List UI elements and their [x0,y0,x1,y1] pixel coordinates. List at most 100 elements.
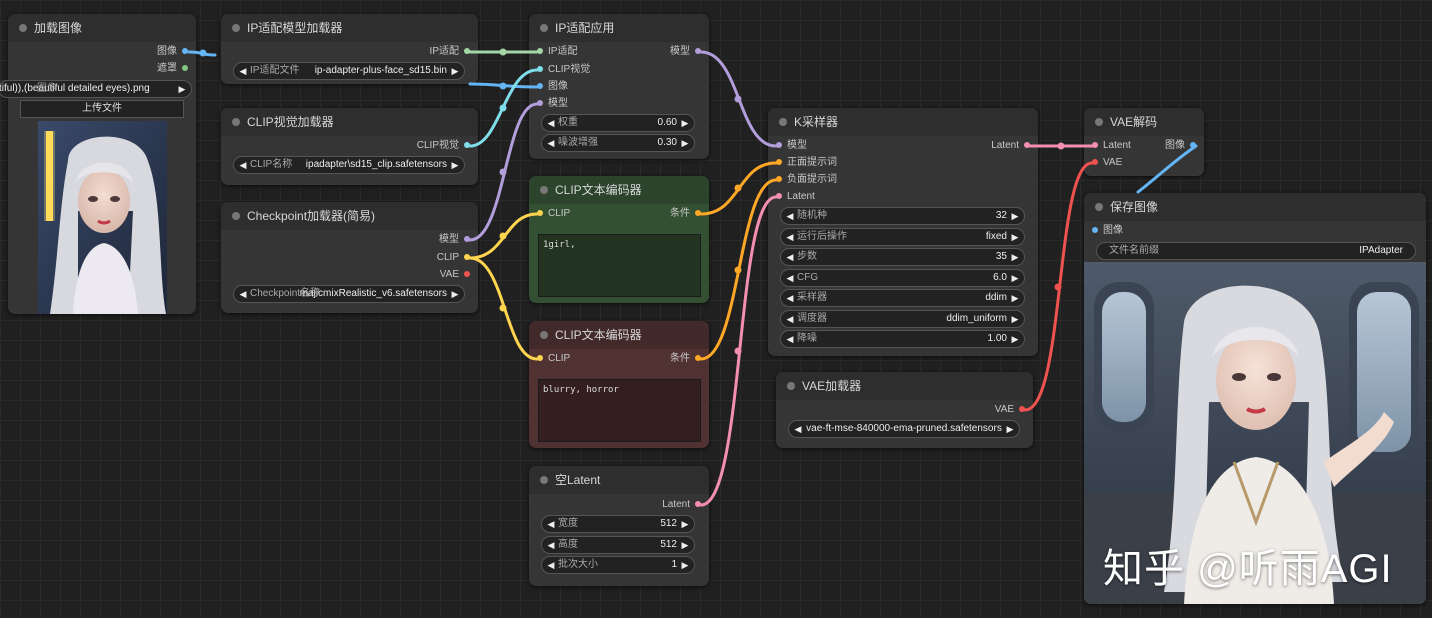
clip-input-socket-icon[interactable] [537,210,543,217]
input-ipadapter[interactable]: IP适配 [537,44,577,60]
chevron-right-icon[interactable]: ▶ [1009,208,1021,224]
chevron-right-icon[interactable]: ▶ [1009,331,1021,347]
model-output-socket-icon[interactable] [464,236,470,243]
output-image[interactable]: 图像 [1165,138,1196,154]
conditioning-output-socket-icon[interactable] [695,210,701,217]
output-latent[interactable]: Latent [662,497,701,513]
chevron-left-icon[interactable]: ◀ [784,229,796,245]
vae-output-socket-icon[interactable] [464,271,470,278]
sampler-name-widget[interactable]: ◀ 采样器 ddim ▶ [780,289,1025,307]
scheduler-widget[interactable]: ◀ 调度器 ddim_uniform ▶ [780,310,1025,328]
latent-input-socket-icon[interactable] [776,193,782,200]
vae-loader-node[interactable]: VAE加载器 VAE ◀ vae-ft-mse-840000-ema-prune… [776,372,1033,448]
vae-decode-node[interactable]: VAE解码 Latent VAE 图像 [1084,108,1204,176]
ksampler-title[interactable]: K采样器 [768,108,1038,136]
checkpoint-loader-title[interactable]: Checkpoint加载器(简易) [221,202,478,230]
chevron-right-icon[interactable]: ▶ [1009,270,1021,286]
output-conditioning[interactable]: 条件 [670,351,701,367]
chevron-right-icon[interactable]: ▶ [449,157,461,173]
chevron-right-icon[interactable]: ▶ [679,516,691,532]
clip-vision-loader-node[interactable]: CLIP视觉加载器 CLIP视觉 ◀ CLIP名称 ipadapter\sd15… [221,108,478,185]
input-clip-vision[interactable]: CLIP视觉 [537,62,590,78]
clip-text-encode-positive-title[interactable]: CLIP文本编码器 [529,176,709,204]
chevron-right-icon[interactable]: ▶ [679,557,691,573]
checkpoint-loader-node[interactable]: Checkpoint加载器(简易) 模型 CLIP VAE ◀ Checkpoi… [221,202,478,313]
model-input-socket-icon[interactable] [776,142,782,149]
batch-size-number[interactable]: ◀ 批次大小 1 ▶ [541,556,695,574]
clip-text-encode-negative-node[interactable]: CLIP文本编码器 CLIP 条件 blurry, horror [529,321,709,448]
filename-prefix-input[interactable]: 文件名前缀 IPAdapter [1096,242,1416,260]
clip-text-encode-positive-node[interactable]: CLIP文本编码器 CLIP 条件 1girl, [529,176,709,303]
input-latent[interactable]: Latent [776,189,815,205]
positive-prompt-textarea[interactable]: 1girl, [538,234,701,297]
vae-name-select[interactable]: ◀ vae-ft-mse-840000-ema-pruned.safetenso… [788,420,1020,438]
load-image-title[interactable]: 加载图像 [8,14,196,42]
input-clip[interactable]: CLIP [537,351,570,367]
chevron-left-icon[interactable]: ◀ [545,115,557,131]
chevron-left-icon[interactable]: ◀ [784,249,796,265]
input-image[interactable]: 图像 [1092,223,1123,239]
input-model[interactable]: 模型 [776,138,807,154]
latent-input-socket-icon[interactable] [1092,142,1098,149]
vae-loader-title[interactable]: VAE加载器 [776,372,1033,400]
upload-file-button[interactable]: 上传文件 [20,100,184,118]
latent-output-socket-icon[interactable] [1024,142,1030,149]
latent-output-socket-icon[interactable] [695,501,701,508]
save-image-title[interactable]: 保存图像 [1084,193,1426,221]
ipadapter-file-select[interactable]: ◀ IP适配文件 ip-adapter-plus-face_sd15.bin ▶ [233,62,465,80]
input-positive[interactable]: 正面提示词 [776,155,837,171]
cfg-widget[interactable]: ◀ CFG 6.0 ▶ [780,269,1025,287]
chevron-left-icon[interactable]: ◀ [545,516,557,532]
chevron-left-icon[interactable]: ◀ [545,537,557,553]
chevron-left-icon[interactable]: ◀ [237,63,249,79]
output-conditioning[interactable]: 条件 [670,206,701,222]
steps-widget[interactable]: ◀ 步数 35 ▶ [780,248,1025,266]
chevron-left-icon[interactable]: ◀ [237,157,249,173]
model-input-socket-icon[interactable] [537,100,543,107]
seed-widget[interactable]: ◀ 随机种 32 ▶ [780,207,1025,225]
clip-input-socket-icon[interactable] [537,355,543,362]
empty-latent-title[interactable]: 空Latent [529,466,709,494]
chevron-right-icon[interactable]: ▶ [1009,229,1021,245]
vae-input-socket-icon[interactable] [1092,159,1098,166]
image-output-socket-icon[interactable] [182,48,188,55]
chevron-right-icon[interactable]: ▶ [679,135,691,151]
chevron-left-icon[interactable]: ◀ [784,311,796,327]
negative-input-socket-icon[interactable] [776,176,782,183]
ipadapter-output-socket-icon[interactable] [464,48,470,55]
ipadapter-input-socket-icon[interactable] [537,48,543,55]
chevron-right-icon[interactable]: ▶ [1009,290,1021,306]
chevron-right-icon[interactable]: ▶ [679,537,691,553]
load-image-node[interactable]: 加载图像 图像 遮罩 tiful)),(beautiful detailed e… [0,14,196,314]
clip-vision-loader-title[interactable]: CLIP视觉加载器 [221,108,478,136]
chevron-left-icon[interactable]: ◀ [545,135,557,151]
width-number[interactable]: ◀ 宽度 512 ▶ [541,515,695,533]
image-file-select[interactable]: tiful)),(beautiful detailed eyes).png 图像… [0,80,192,98]
clip-output-socket-icon[interactable] [464,254,470,261]
negative-prompt-textarea[interactable]: blurry, horror [538,379,701,442]
conditioning-output-socket-icon[interactable] [695,355,701,362]
output-clip-vision[interactable]: CLIP视觉 [417,138,470,154]
checkpoint-name-select[interactable]: ◀ Checkpoint名称 majicmixRealistic_v6.safe… [233,285,465,303]
clip-vision-input-socket-icon[interactable] [537,66,543,73]
chevron-right-icon[interactable]: ▶ [1004,421,1016,437]
chevron-left-icon[interactable]: ◀ [784,208,796,224]
output-model[interactable]: 模型 [439,232,470,248]
ipadapter-model-loader-title[interactable]: IP适配模型加载器 [221,14,478,42]
denoise-widget[interactable]: ◀ 降噪 1.00 ▶ [780,330,1025,348]
chevron-left-icon[interactable]: ◀ [784,290,796,306]
image-output-socket-icon[interactable] [1190,142,1196,149]
output-clip[interactable]: CLIP [437,250,470,266]
output-ipadapter[interactable]: IP适配 [430,44,470,60]
chevron-right-icon[interactable]: ▶ [679,115,691,131]
clip-text-encode-negative-title[interactable]: CLIP文本编码器 [529,321,709,349]
clip-vision-output-socket-icon[interactable] [464,142,470,149]
input-image[interactable]: 图像 [537,79,568,95]
input-vae[interactable]: VAE [1092,155,1122,171]
ksampler-node[interactable]: K采样器 模型 正面提示词 负面提示词 Latent Latent ◀ 随机种 … [768,108,1038,356]
input-clip[interactable]: CLIP [537,206,570,222]
output-vae[interactable]: VAE [995,402,1025,418]
ipadapter-model-loader-node[interactable]: IP适配模型加载器 IP适配 ◀ IP适配文件 ip-adapter-plus-… [221,14,478,84]
clip-name-select[interactable]: ◀ CLIP名称 ipadapter\sd15_clip.safetensors… [233,156,465,174]
chevron-right-icon[interactable]: ▶ [1009,249,1021,265]
